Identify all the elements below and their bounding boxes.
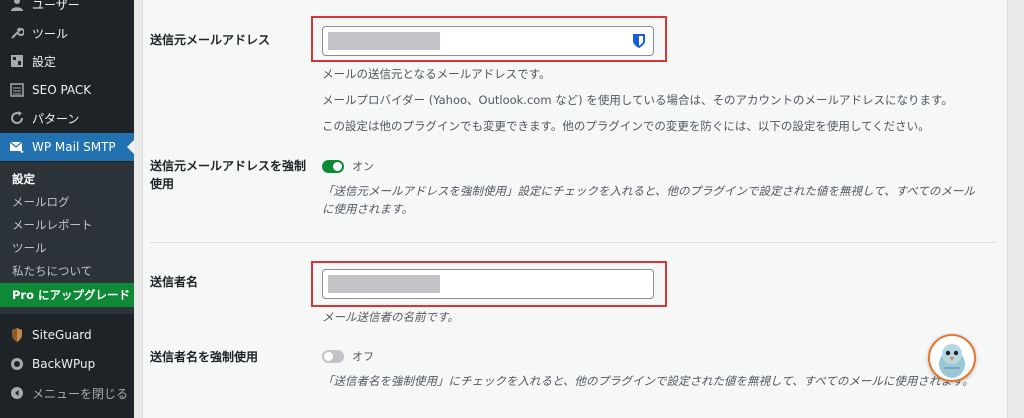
- sidebar-item-patterns[interactable]: パターン: [0, 104, 134, 132]
- sidebar-collapse-menu[interactable]: メニューを閉じる: [0, 379, 134, 407]
- settings-icon: [9, 53, 25, 69]
- sidebar-item-label: パターン: [32, 111, 80, 126]
- force-from-name-help: 「送信者名を強制使用」にチェックを入れると、他のプラグインで設定された値を無視し…: [322, 374, 974, 388]
- submenu: 設定 メールログ メールレポート ツール 私たちについて Pro にアップグレー…: [0, 162, 134, 314]
- sidebar-item-tools[interactable]: ツール: [0, 19, 134, 47]
- force-from-email-label: 送信元メールアドレスを強制 使用: [150, 157, 306, 193]
- sidebar-item-label: SiteGuard: [32, 328, 92, 342]
- submenu-item-tools[interactable]: ツール: [0, 237, 134, 259]
- refresh-icon: [9, 110, 25, 126]
- user-icon: [9, 0, 25, 12]
- submenu-item-upgrade-pro[interactable]: Pro にアップグレード: [0, 283, 134, 307]
- redacted-value: [328, 275, 440, 293]
- backwpup-icon: [9, 356, 25, 372]
- submenu-item-mail-report[interactable]: メールレポート: [0, 214, 134, 236]
- from-name-input[interactable]: [322, 269, 654, 299]
- sidebar-item-label: 設定: [32, 54, 57, 69]
- force-from-email-label-line2: 使用: [150, 177, 175, 191]
- sidebar-item-siteguard[interactable]: SiteGuard: [0, 321, 134, 349]
- from-email-help-3: この設定は他のプラグインでも変更できます。他のプラグインでの変更を防ぐには、以下…: [322, 119, 930, 133]
- sidebar-item-settings[interactable]: 設定: [0, 47, 134, 75]
- sidebar-item-label: ユーザー: [32, 0, 80, 12]
- list-icon: [9, 82, 25, 98]
- from-name-label: 送信者名: [150, 275, 199, 289]
- active-indicator: [127, 140, 134, 154]
- sidebar-item-label: ツール: [32, 26, 69, 41]
- wrench-icon: [9, 25, 25, 41]
- from-email-input[interactable]: [322, 26, 654, 56]
- submenu-item-mail-log[interactable]: メールログ: [0, 191, 134, 213]
- force-from-email-label-line1: 送信元メールアドレスを強制: [150, 159, 307, 173]
- help-mascot-button[interactable]: [928, 334, 976, 382]
- from-email-help-1: メールの送信元となるメールアドレスです。: [322, 67, 551, 81]
- submenu-item-settings[interactable]: 設定: [0, 168, 134, 190]
- force-from-name-toggle[interactable]: [322, 350, 344, 363]
- force-from-email-help-1: 「送信元メールアドレスを強制使用」設定にチェックを入れると、他のプラグインで設定…: [322, 184, 975, 198]
- sidebar-item-seo-pack[interactable]: SEO PACK: [0, 76, 134, 104]
- submenu-item-about[interactable]: 私たちについて: [0, 260, 134, 282]
- password-manager-icon[interactable]: [632, 33, 646, 49]
- sidebar-item-backwpup[interactable]: BackWPup: [0, 350, 134, 378]
- from-email-label: 送信元メールアドレス: [150, 33, 271, 47]
- from-name-help: メール送信者の名前です。: [322, 310, 459, 324]
- force-from-email-toggle[interactable]: [322, 160, 344, 173]
- sidebar-item-label: WP Mail SMTP: [32, 140, 116, 154]
- mail-icon: [9, 139, 25, 155]
- collapse-icon: [9, 385, 25, 401]
- admin-sidebar: ユーザー ツール 設定 SEO PACK パターン WP Mail SMTP 設…: [0, 0, 134, 418]
- settings-panel: [142, 0, 1008, 418]
- force-from-email-toggle-label: オン: [352, 160, 374, 173]
- section-divider: [150, 242, 996, 243]
- sidebar-item-wp-mail-smtp[interactable]: WP Mail SMTP: [0, 133, 134, 161]
- sidebar-item-users[interactable]: ユーザー: [0, 0, 134, 18]
- toggle-knob: [333, 162, 342, 171]
- pigeon-mascot-icon: [930, 336, 974, 380]
- force-from-name-label: 送信者名を強制使用: [150, 350, 259, 364]
- force-from-name-toggle-label: オフ: [352, 350, 374, 363]
- sidebar-item-label: SEO PACK: [32, 83, 92, 97]
- toggle-knob: [324, 352, 333, 361]
- redacted-value: [328, 32, 440, 50]
- force-from-email-help-2: に使用されます。: [322, 202, 413, 216]
- sidebar-item-label: BackWPup: [32, 357, 96, 371]
- from-email-help-2: メールプロバイダー (Yahoo、Outlook.com など) を使用している…: [322, 93, 953, 107]
- siteguard-icon: [9, 327, 25, 343]
- main-content: [134, 0, 1024, 418]
- sidebar-item-label: メニューを閉じる: [32, 386, 129, 401]
